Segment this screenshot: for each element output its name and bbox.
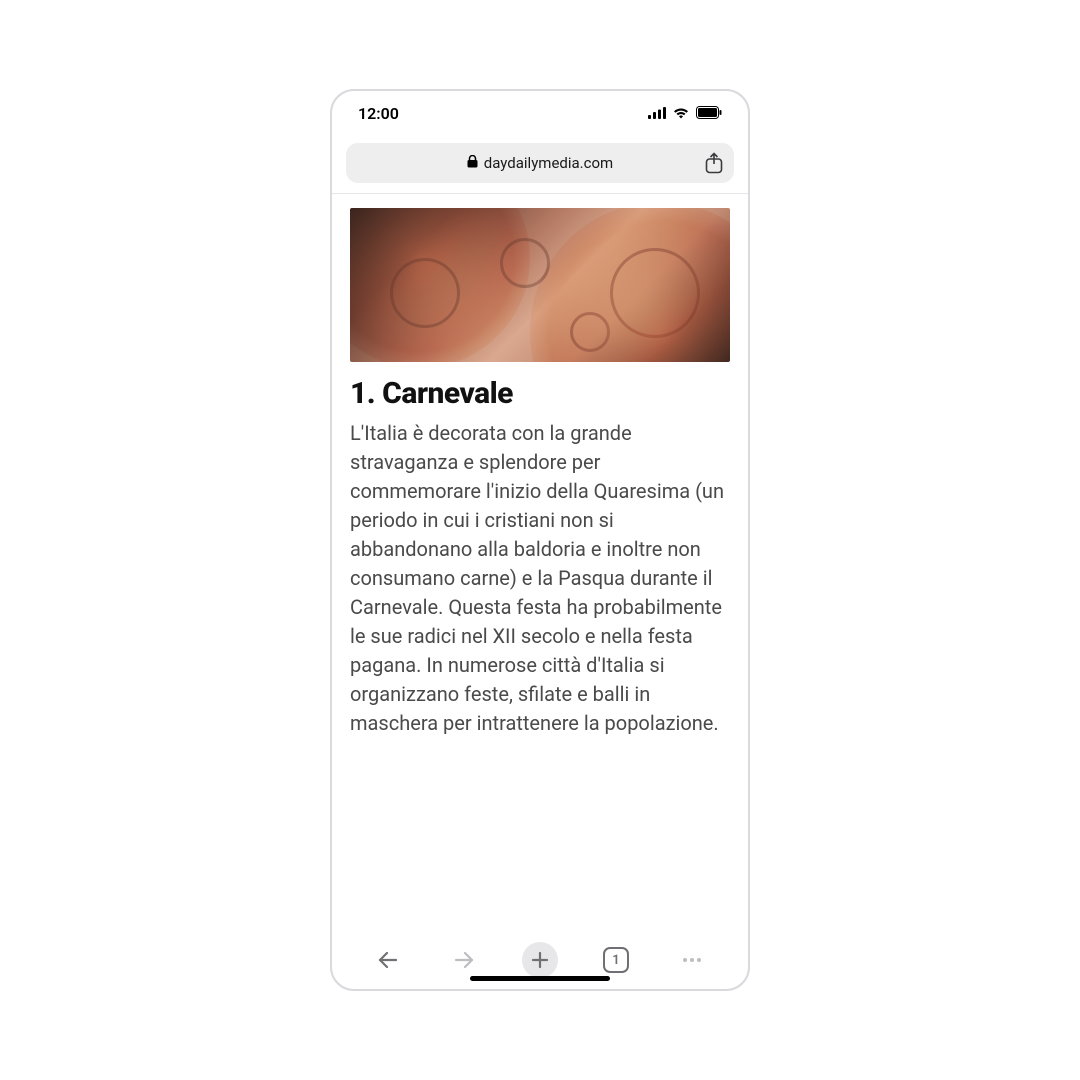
new-tab-button[interactable] <box>522 942 558 978</box>
tabs-count: 1 <box>612 953 619 968</box>
back-button[interactable] <box>370 942 406 978</box>
cellular-icon <box>648 104 666 123</box>
phone-frame: 12:00 daydailymedia.com <box>330 89 750 991</box>
status-time: 12:00 <box>358 104 399 123</box>
page-content[interactable]: 1. Carnevale L'Italia è decorata con la … <box>332 194 748 931</box>
address-bar[interactable]: daydailymedia.com <box>346 143 734 183</box>
article-hero-image <box>350 208 730 362</box>
address-bar-container: daydailymedia.com <box>332 135 748 194</box>
tabs-count-badge: 1 <box>603 947 629 973</box>
status-indicators <box>648 104 722 123</box>
address-bar-content: daydailymedia.com <box>346 154 734 172</box>
tabs-button[interactable]: 1 <box>598 942 634 978</box>
battery-icon <box>696 104 722 123</box>
home-indicator[interactable] <box>470 976 610 981</box>
article-heading: 1. Carnevale <box>350 376 730 411</box>
wifi-icon <box>672 104 690 123</box>
menu-button[interactable] <box>674 942 710 978</box>
share-button[interactable] <box>702 151 726 175</box>
address-bar-domain: daydailymedia.com <box>484 154 613 172</box>
article-body: L'Italia è decorata con la grande strava… <box>350 419 730 738</box>
forward-button[interactable] <box>446 942 482 978</box>
status-bar: 12:00 <box>332 91 748 135</box>
lock-icon <box>467 154 478 172</box>
